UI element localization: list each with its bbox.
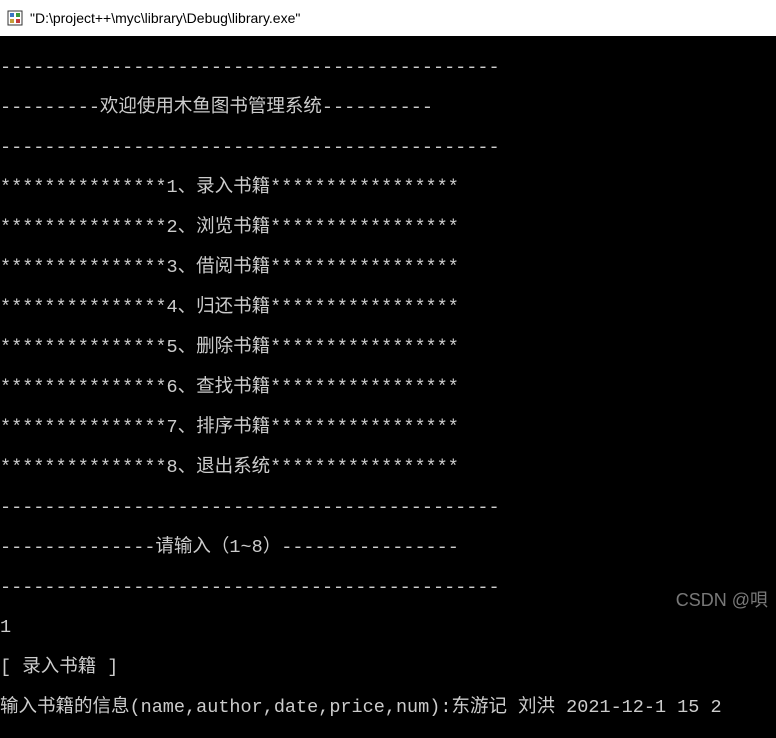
console-output[interactable]: ----------------------------------------…: [0, 36, 776, 738]
console-line: ***************1、录入书籍*****************: [0, 178, 776, 198]
console-line: ----------------------------------------…: [0, 58, 776, 78]
console-line: ***************5、删除书籍*****************: [0, 338, 776, 358]
console-line: [ 录入书籍 ]: [0, 658, 776, 678]
app-icon: [6, 9, 24, 27]
watermark: CSDN @唄: [676, 586, 768, 612]
console-line: 1: [0, 618, 776, 638]
window-title-bar: "D:\project++\myc\library\Debug\library.…: [0, 0, 776, 36]
console-line: ***************3、借阅书籍*****************: [0, 258, 776, 278]
console-line: ---------欢迎使用木鱼图书管理系统----------: [0, 98, 776, 118]
console-line: ----------------------------------------…: [0, 138, 776, 158]
console-line: 输入书籍的信息(name,author,date,price,num):东游记 …: [0, 698, 776, 718]
window-title: "D:\project++\myc\library\Debug\library.…: [30, 10, 300, 26]
console-line: ***************6、查找书籍*****************: [0, 378, 776, 398]
console-line: ***************2、浏览书籍*****************: [0, 218, 776, 238]
console-line: ----------------------------------------…: [0, 498, 776, 518]
console-line: ----------------------------------------…: [0, 578, 776, 598]
console-line: --------------请输入（1~8）----------------: [0, 538, 776, 558]
console-line: ***************7、排序书籍*****************: [0, 418, 776, 438]
console-line: ***************8、退出系统*****************: [0, 458, 776, 478]
console-line: ***************4、归还书籍*****************: [0, 298, 776, 318]
